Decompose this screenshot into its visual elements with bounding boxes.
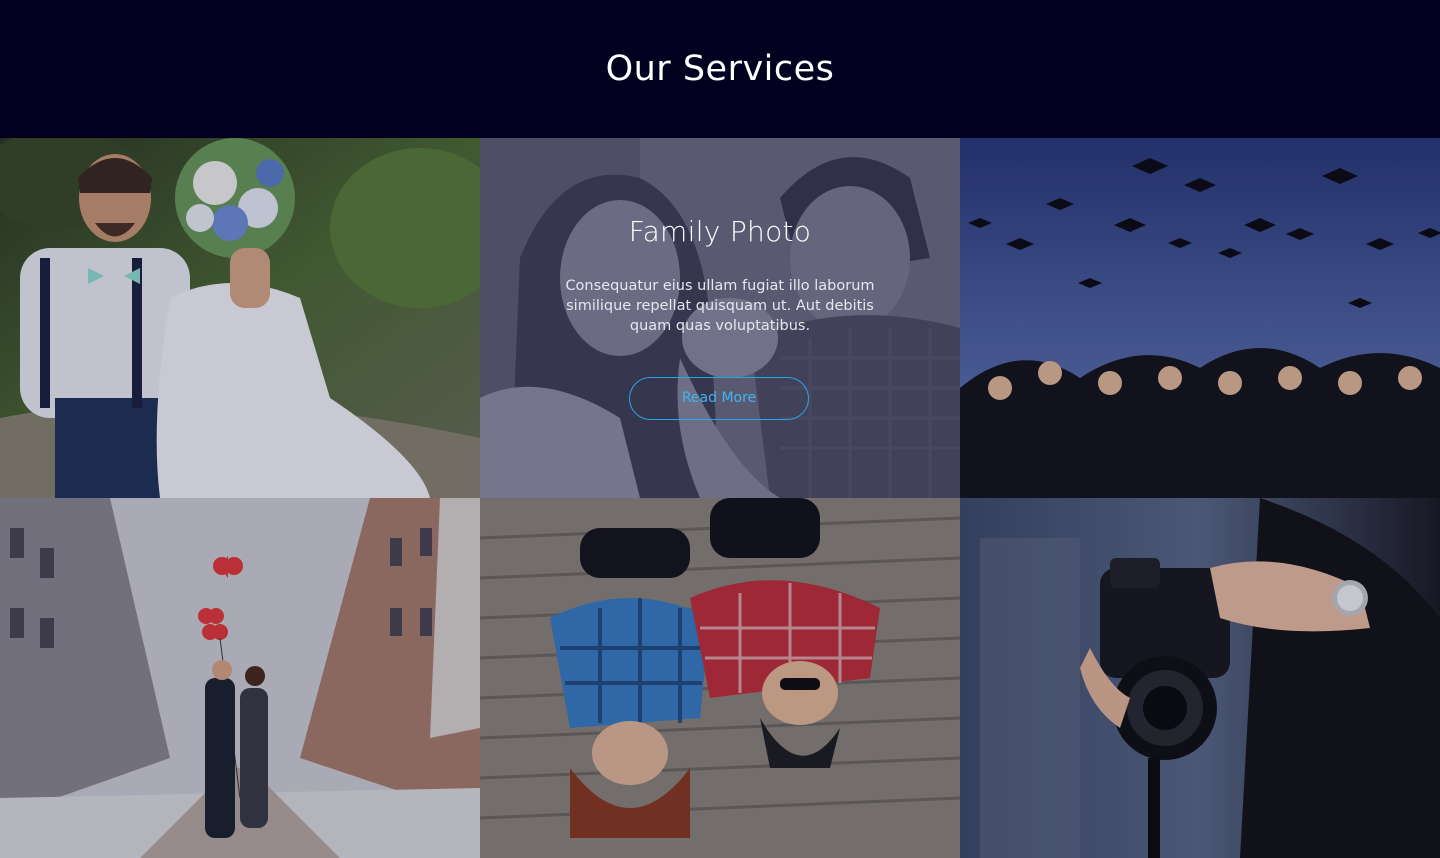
service-overlay: Family Photo Consequatur eius ullam fugi… (480, 138, 960, 498)
service-description: Consequatur eius ullam fugiat illo labor… (565, 278, 875, 334)
service-tile-love-story[interactable] (0, 498, 480, 858)
services-grid: Family Photo Consequatur eius ullam fugi… (0, 138, 1440, 858)
services-header: Our Services (0, 0, 1440, 138)
section-title: Our Services (605, 49, 835, 89)
read-more-button[interactable]: Read More (629, 377, 809, 420)
service-tile-photography[interactable] (960, 498, 1440, 858)
service-title: Family Photo (628, 215, 812, 248)
service-tile-friends[interactable] (480, 498, 960, 858)
service-tile-family[interactable]: Family Photo Consequatur eius ullam fugi… (480, 138, 960, 498)
service-tile-graduation[interactable] (960, 138, 1440, 498)
service-tile-wedding[interactable] (0, 138, 480, 498)
